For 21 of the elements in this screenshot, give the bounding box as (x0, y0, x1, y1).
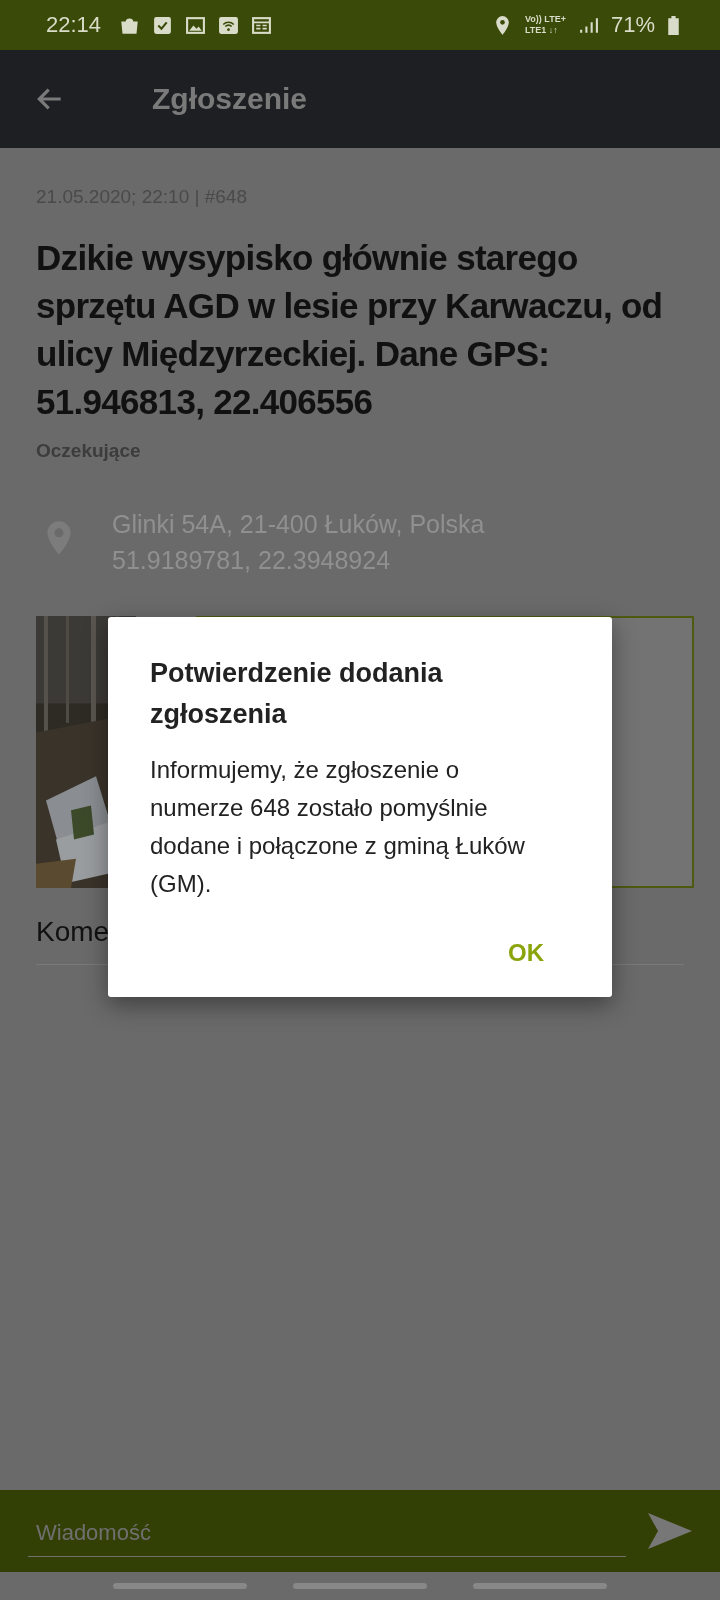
send-icon[interactable] (646, 1511, 694, 1551)
nav-handle[interactable] (473, 1583, 607, 1589)
comments-heading: Kome (36, 916, 111, 948)
ok-button[interactable]: OK (482, 929, 570, 977)
nav-handle[interactable] (113, 1583, 247, 1589)
message-field[interactable]: Wiadomość (28, 1515, 626, 1557)
nav-handle[interactable] (293, 1583, 427, 1589)
network-label: LTE1 ↓↑ (525, 25, 559, 36)
network-label: Vo)) LTE+ (525, 14, 566, 25)
report-title: Dzikie wysypisko głównie starego sprzętu AGD w lesie przy Karwaczu, od ulicy Międzyrzeckiej. Dane GPS: 51.946813, 22.406556 (36, 237, 664, 423)
dialog-message: Informujemy, że zgłoszenie o numerze 648 zostało pomyślnie dodane i połączone z gminą Łuków (GM). (150, 755, 526, 899)
message-bar[interactable]: Wiadomość (0, 1490, 720, 1572)
battery-percentage: 71% (610, 12, 655, 38)
dialog-title: Potwierdzenie dodania zgłoszenia (150, 657, 444, 731)
clock: 22:14 (46, 12, 102, 38)
image-icon (185, 14, 207, 36)
wifi-icon (218, 14, 240, 36)
checkbox-icon (152, 14, 174, 36)
calendar-icon (251, 14, 273, 36)
battery-icon (667, 14, 680, 36)
screen-title: Zgłoszenie (152, 82, 308, 116)
